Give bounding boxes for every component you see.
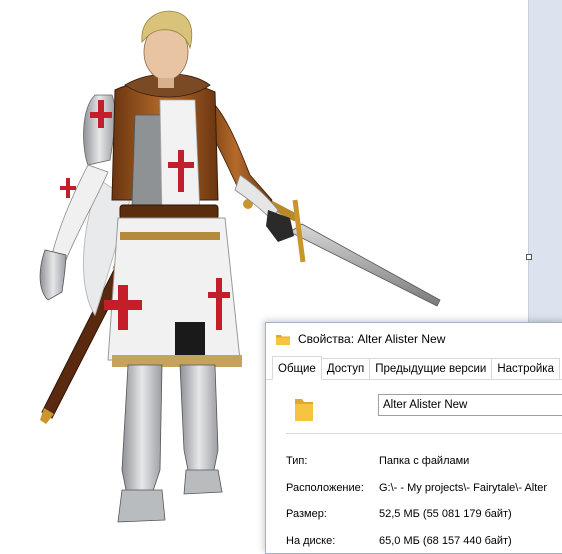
property-value: 52,5 МБ (55 081 179 байт) (379, 508, 512, 520)
tabard (104, 217, 242, 367)
property-label: На диске: (286, 535, 336, 547)
property-label: Тип: (286, 455, 308, 467)
belt (119, 204, 219, 220)
tab-previous-versions[interactable]: Предыдущие версии (369, 358, 493, 379)
folder-icon (276, 334, 290, 345)
property-value: G:\- - My projects\- Fairytale\- Alter (379, 482, 548, 494)
dialog-titlebar[interactable]: Свойства: Alter Alister New (266, 323, 562, 355)
property-label: Расположение: (286, 482, 364, 494)
tab-general[interactable]: Общие (272, 356, 322, 380)
folder-name-input[interactable] (378, 394, 562, 416)
property-value: Папка с файлами (379, 455, 470, 467)
torso (111, 73, 219, 216)
tab-customize[interactable]: Настройка (491, 358, 560, 379)
properties-dialog: Свойства: Alter Alister New Общие Доступ… (265, 322, 562, 554)
tab-sharing[interactable]: Доступ (320, 358, 371, 379)
divider (286, 433, 562, 434)
folder-icon (295, 399, 313, 421)
dialog-title: Свойства: Alter Alister New (298, 332, 446, 346)
property-value: 65,0 МБ (68 157 440 байт) (379, 535, 512, 547)
tab-strip: Общие Доступ Предыдущие версии Настройка (266, 355, 562, 380)
legs (117, 364, 223, 523)
property-label: Размер: (286, 508, 327, 520)
